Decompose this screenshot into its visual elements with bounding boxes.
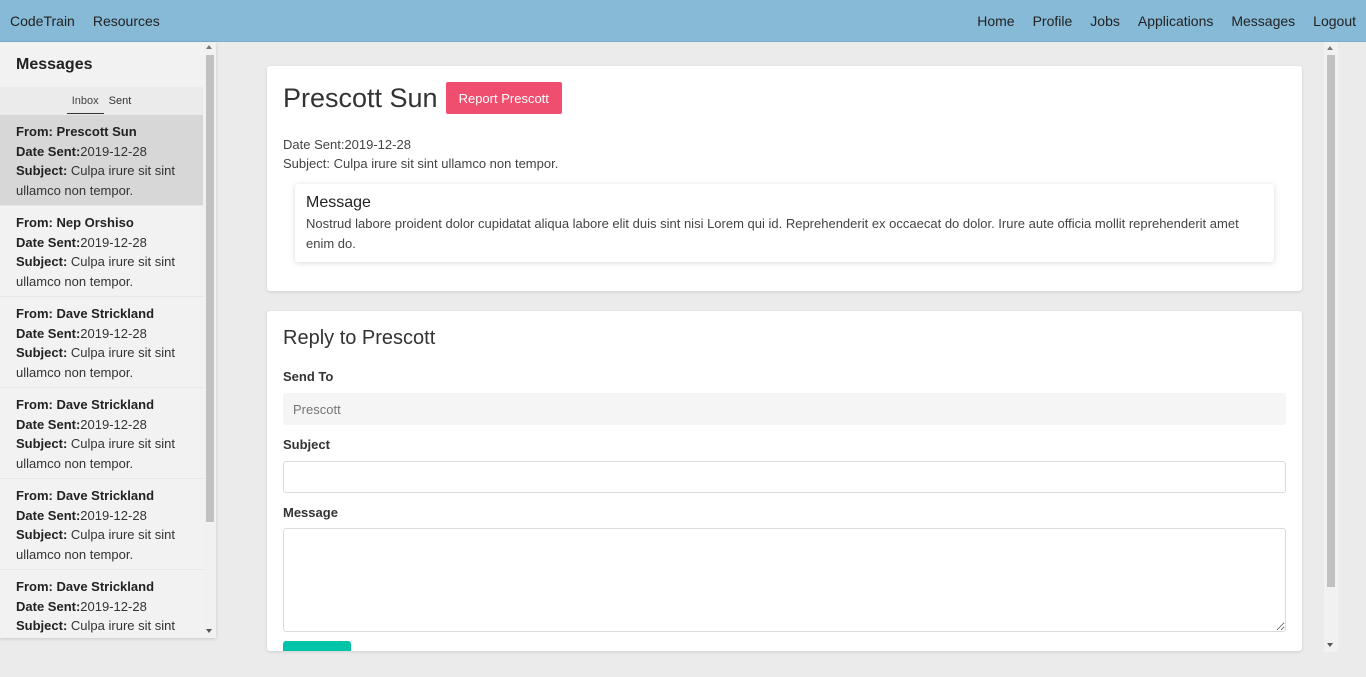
subject-label: Subject: [16,163,68,178]
nav-link-home[interactable]: Home [968,0,1023,41]
from-value: Dave Strickland [56,306,155,321]
nav-link-profile[interactable]: Profile [1024,0,1082,41]
sidebar-content: Messages Inbox Sent From: Prescott Sun D… [0,42,203,638]
date-label: Date Sent: [16,416,81,432]
message-detail-card: Prescott Sun Report Prescott Date Sent:2… [267,66,1302,291]
main-scrollbar[interactable] [1324,42,1338,652]
message-list: From: Prescott Sun Date Sent:2019-12-28 … [0,115,203,638]
from-label: From: [16,488,53,503]
date-sent-value: 2019-12-28 [344,137,411,152]
navbar-left: CodeTrain Resources [0,0,169,41]
scroll-down-arrow-icon[interactable] [1327,643,1333,647]
scroll-up-arrow-icon[interactable] [206,45,212,49]
message-list-item[interactable]: From: Prescott Sun Date Sent:2019-12-28 … [0,115,203,206]
sidebar-tabs: Inbox Sent [0,87,203,115]
message-header: Prescott Sun Report Prescott [283,82,562,114]
from-label: From: [16,397,53,412]
date-label: Date Sent: [16,598,81,614]
send-to-input[interactable] [283,393,1286,425]
from-label: From: [16,124,53,139]
date-value: 2019-12-28 [80,416,147,432]
scroll-down-arrow-icon[interactable] [206,629,212,633]
from-label: From: [16,579,53,594]
from-label: From: [16,306,53,321]
report-button[interactable]: Report Prescott [445,82,562,114]
message-field-label: Message [283,505,338,520]
messages-sidebar: Messages Inbox Sent From: Prescott Sun D… [0,42,216,638]
subject-label: Subject: [16,345,68,360]
sidebar-title: Messages [16,56,93,73]
date-value: 2019-12-28 [80,143,147,159]
send-to-label: Send To [283,369,334,384]
from-value: Nep Orshiso [56,215,134,230]
nav-link-jobs[interactable]: Jobs [1081,0,1129,41]
sender-name: Prescott Sun [283,82,438,113]
from-value: Prescott Sun [56,124,137,139]
subject-field-label: Subject [283,437,330,452]
from-value: Dave Strickland [56,397,155,412]
date-label: Date Sent: [16,143,81,159]
date-label: Date Sent: [16,325,81,341]
message-body-title: Message [306,194,371,211]
subject-value: Culpa irure sit sint ullamco non tempor. [333,156,559,171]
reply-card: Reply to Prescott Send To Subject Messag… [267,311,1302,651]
from-value: Dave Strickland [56,488,155,503]
subject-line: Subject: Culpa irure sit sint ullamco no… [283,154,558,173]
message-list-item[interactable]: From: Dave Strickland Date Sent:2019-12-… [0,479,203,570]
subject-label: Subject: [16,527,68,542]
date-value: 2019-12-28 [80,507,147,523]
sidebar-scrollbar[interactable] [203,42,216,638]
from-value: Dave Strickland [56,579,155,594]
tab-inbox[interactable]: Inbox [66,89,104,114]
date-value: 2019-12-28 [80,234,147,250]
date-value: 2019-12-28 [80,325,147,341]
message-list-item[interactable]: From: Nep Orshiso Date Sent:2019-12-28 S… [0,206,203,297]
date-sent-line: Date Sent:2019-12-28 [283,135,558,154]
message-meta: Date Sent:2019-12-28 Subject: Culpa irur… [283,135,558,173]
top-navbar: CodeTrain Resources Home Profile Jobs Ap… [0,0,1366,42]
nav-link-applications[interactable]: Applications [1129,0,1223,41]
subject-label: Subject: [283,156,330,171]
subject-label: Subject: [16,618,68,633]
nav-link-messages[interactable]: Messages [1222,0,1304,41]
message-list-item[interactable]: From: Dave Strickland Date Sent:2019-12-… [0,388,203,479]
reply-title: Reply to Prescott [283,327,436,349]
subject-input[interactable] [283,461,1286,493]
main-scrollbar-thumb[interactable] [1327,55,1335,587]
date-value: 2019-12-28 [80,598,147,614]
message-body-text: Nostrud labore proident dolor cupidatat … [306,216,1239,251]
message-textarea[interactable] [283,528,1286,632]
scroll-up-arrow-icon[interactable] [1327,46,1333,50]
date-label: Date Sent: [16,507,81,523]
brand-link[interactable]: CodeTrain [0,0,84,41]
message-list-item[interactable]: From: Dave Strickland Date Sent:2019-12-… [0,570,203,638]
nav-link-logout[interactable]: Logout [1304,0,1366,41]
date-sent-label: Date Sent: [283,137,345,152]
navbar-right: Home Profile Jobs Applications Messages … [968,0,1366,41]
subject-label: Subject: [16,254,68,269]
date-label: Date Sent: [16,234,81,250]
tab-sent[interactable]: Sent [104,89,137,113]
sidebar-scrollbar-thumb[interactable] [206,55,214,522]
message-list-item[interactable]: From: Dave Strickland Date Sent:2019-12-… [0,297,203,388]
send-button[interactable] [283,641,351,651]
subject-label: Subject: [16,436,68,451]
nav-link-resources[interactable]: Resources [84,0,169,41]
from-label: From: [16,215,53,230]
message-body-box: Message Nostrud labore proident dolor cu… [295,184,1274,262]
